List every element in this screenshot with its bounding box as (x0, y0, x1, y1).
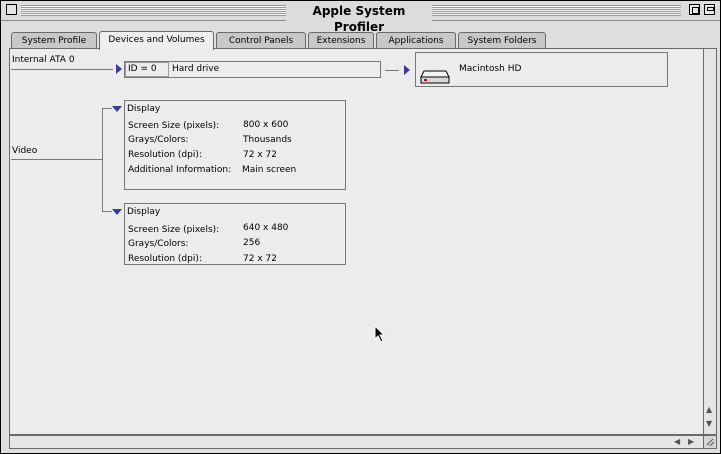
display-value: 256 (243, 238, 261, 248)
display-title: Display (127, 104, 161, 114)
scroll-right-arrow-icon[interactable]: ▶ (688, 437, 694, 446)
vertical-scrollbar[interactable]: ▲ ▼ (703, 48, 717, 435)
video-tree-stub (102, 108, 112, 109)
display-title: Display (127, 207, 161, 217)
profiler-window: Apple System Profiler System Profile Dev… (0, 0, 721, 454)
bus-label: Internal ATA 0 (12, 55, 75, 65)
tab-extensions[interactable]: Extensions (308, 32, 374, 49)
display-value: 72 x 72 (243, 150, 277, 160)
display-key: Grays/Colors: (128, 135, 189, 145)
resize-grip-icon[interactable] (703, 435, 717, 449)
device-name: Hard drive (172, 64, 220, 74)
device-id-field: ID = 0 (125, 62, 169, 77)
display-key: Screen Size (pixels): (128, 121, 220, 131)
display-key: Screen Size (pixels): (128, 225, 220, 235)
volume-connector (385, 70, 399, 71)
scroll-up-arrow-icon[interactable]: ▲ (706, 405, 712, 414)
volume-box[interactable]: Macintosh HD (415, 52, 668, 87)
video-tree-branch (102, 108, 103, 212)
display-key: Resolution (dpi): (128, 254, 202, 264)
device-box[interactable]: ID = 0 Hard drive (124, 61, 381, 78)
video-connector (11, 159, 102, 160)
scroll-left-arrow-icon[interactable]: ◀ (674, 437, 680, 446)
bus-connector (11, 69, 113, 70)
tab-system-profile[interactable]: System Profile (11, 32, 97, 49)
mouse-pointer-icon (374, 325, 386, 343)
tab-control-panels[interactable]: Control Panels (216, 32, 306, 49)
display-key: Additional Information: (128, 165, 232, 175)
display-value: Thousands (243, 135, 292, 145)
display-key: Grays/Colors: (128, 239, 189, 249)
video-tree-stub (102, 211, 112, 212)
tab-applications[interactable]: Applications (376, 32, 456, 49)
display-value: 72 x 72 (243, 254, 277, 264)
scroll-down-arrow-icon[interactable]: ▼ (706, 419, 712, 428)
tab-system-folders[interactable]: System Folders (458, 32, 546, 49)
close-box[interactable] (6, 4, 17, 15)
display-box[interactable]: Display Screen Size (pixels): 800 x 600 … (124, 100, 346, 190)
display-value: 640 x 480 (243, 223, 289, 233)
disclosure-triangle-right-icon[interactable] (116, 64, 122, 74)
zoom-box[interactable] (689, 4, 700, 15)
tab-devices-and-volumes[interactable]: Devices and Volumes (99, 31, 214, 50)
disclosure-triangle-right-icon[interactable] (404, 65, 410, 75)
title-bar[interactable]: Apple System Profiler (1, 1, 720, 35)
display-value: 800 x 600 (243, 120, 289, 130)
disclosure-triangle-down-icon[interactable] (112, 106, 122, 112)
disclosure-triangle-down-icon[interactable] (112, 209, 122, 215)
video-label: Video (12, 146, 38, 156)
horizontal-scrollbar[interactable]: ◀ ▶ (9, 435, 704, 449)
display-box[interactable]: Display Screen Size (pixels): 640 x 480 … (124, 203, 346, 265)
display-value: Main screen (242, 165, 297, 175)
tab-bar: System Profile Devices and Volumes Contr… (9, 31, 713, 50)
device-id: ID = 0 (128, 64, 157, 74)
display-key: Resolution (dpi): (128, 150, 202, 160)
collapse-box[interactable] (704, 4, 715, 15)
hard-disk-icon (420, 70, 450, 84)
volume-name: Macintosh HD (459, 64, 522, 74)
